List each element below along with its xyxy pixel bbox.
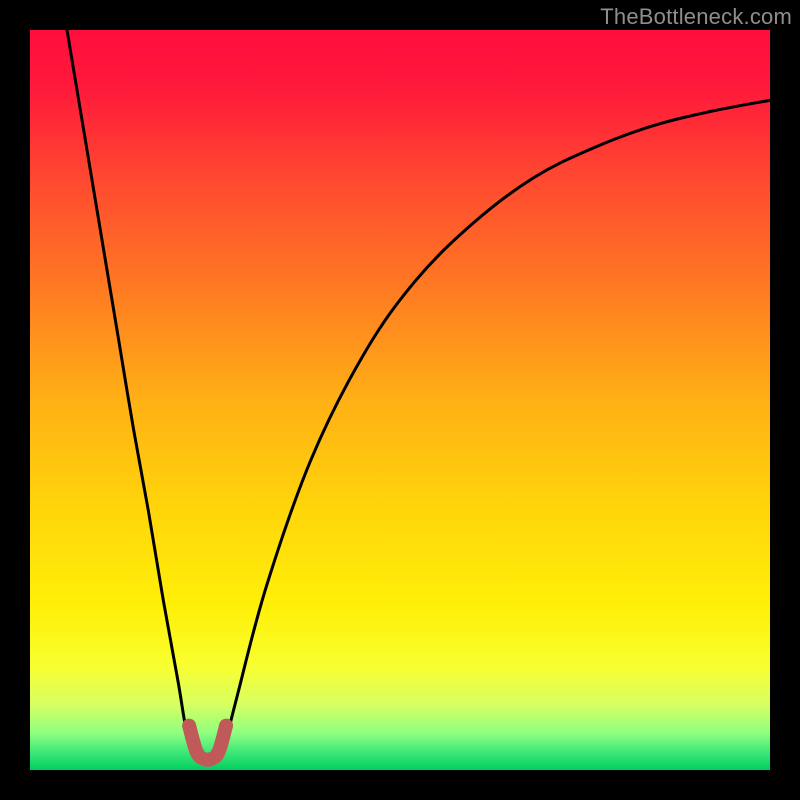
plot-area (30, 30, 770, 770)
curve-right-branch (222, 100, 770, 755)
bottleneck-curve (30, 30, 770, 770)
curve-cup-minimum (189, 726, 226, 760)
watermark-text: TheBottleneck.com (600, 4, 792, 30)
outer-frame: TheBottleneck.com (0, 0, 800, 800)
curve-left-branch (67, 30, 193, 755)
